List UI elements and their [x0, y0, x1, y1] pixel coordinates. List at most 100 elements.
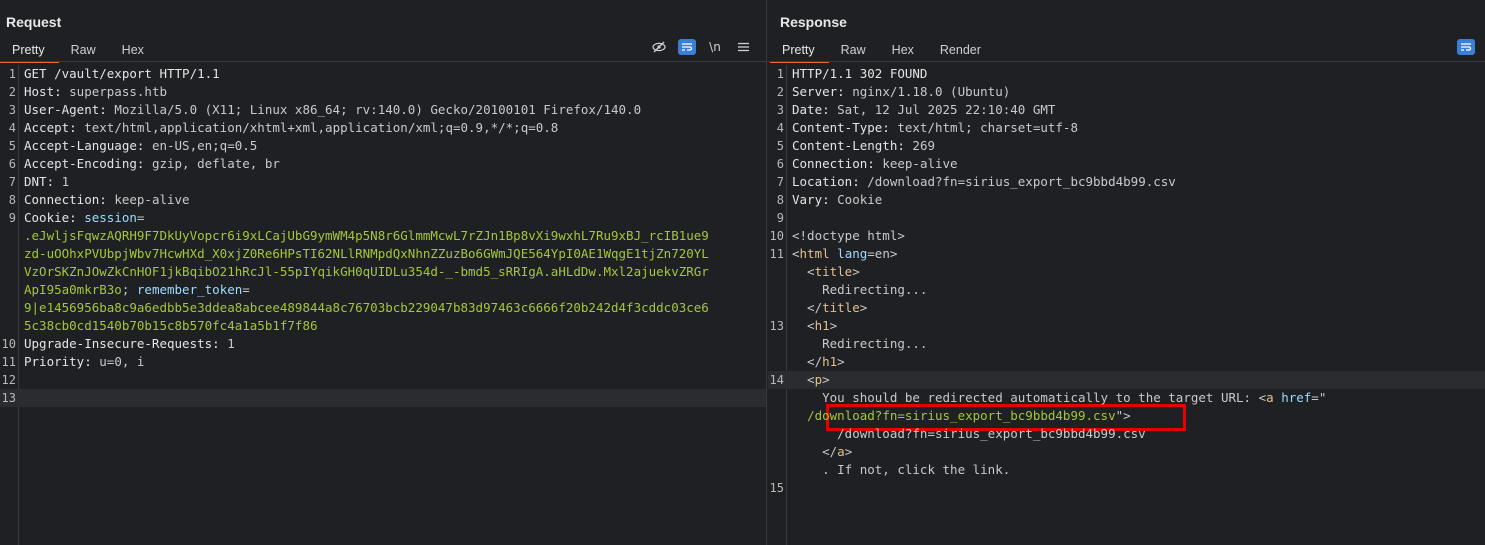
- line-number: 8: [776, 193, 784, 207]
- eye-slash-icon[interactable]: [650, 39, 668, 55]
- code-line[interactable]: </title>: [768, 299, 1485, 317]
- code-line[interactable]: 9: [768, 209, 1485, 227]
- word-wrap-icon[interactable]: [678, 39, 696, 55]
- code-line[interactable]: 12: [0, 371, 766, 389]
- request-editor[interactable]: 1 GET /vault/export HTTP/1.1 2 Host: superp…: [0, 65, 766, 545]
- code-token: 5c38cb0cd1540b70b15c8b570fc4a1a5b1f7f86: [24, 318, 318, 333]
- code-text: /download?fn=sirius_export_bc9bbd4b99.cs…: [792, 425, 1481, 443]
- code-line[interactable]: 2 Host: superpass.htb: [0, 83, 766, 101]
- response-editor[interactable]: 1 HTTP/1.1 302 FOUND 2 Server: nginx/1.18.0…: [768, 65, 1485, 545]
- line-number: 11: [1, 355, 16, 369]
- code-token: Redirecting...: [792, 336, 928, 351]
- code-line[interactable]: VzOrSKZnJOwZkCnHOF1jkBqibO21hRcJl-55pIYq…: [0, 263, 766, 281]
- code-token: gzip, deflate, br: [151, 156, 280, 171]
- code-text: /download?fn=sirius_export_bc9bbd4b99.cs…: [792, 407, 1481, 425]
- code-line[interactable]: </a>: [768, 443, 1485, 461]
- line-number: 13: [769, 319, 784, 333]
- menu-icon[interactable]: [734, 39, 752, 55]
- code-line[interactable]: You should be redirected automatically t…: [768, 389, 1485, 407]
- code-token: Connection:: [792, 156, 883, 171]
- code-line[interactable]: 3 Date: Sat, 12 Jul 2025 22:10:40 GMT: [768, 101, 1485, 119]
- code-token: lang: [837, 246, 868, 261]
- code-text: </a>: [792, 443, 1481, 461]
- code-text: Accept-Encoding: gzip, deflate, br: [24, 155, 762, 173]
- code-line[interactable]: 13 <h1>: [768, 317, 1485, 335]
- line-number: 1: [776, 67, 784, 81]
- code-token: Vary:: [792, 192, 838, 207]
- code-line[interactable]: 10 Upgrade-Insecure-Requests: 1: [0, 335, 766, 353]
- code-line[interactable]: 11 <html lang=en>: [768, 245, 1485, 263]
- code-line[interactable]: 8 Vary: Cookie: [768, 191, 1485, 209]
- code-token: <: [792, 372, 815, 387]
- code-line[interactable]: 1 GET /vault/export HTTP/1.1: [0, 65, 766, 83]
- response-tab-render[interactable]: Render: [928, 40, 995, 61]
- code-line[interactable]: /download?fn=sirius_export_bc9bbd4b99.cs…: [768, 425, 1485, 443]
- code-token: title: [814, 264, 853, 279]
- code-token: Connection:: [24, 192, 115, 207]
- response-pane: Response Pretty Raw Hex Render 1 HTTP/1.1…: [768, 0, 1485, 545]
- code-line[interactable]: 2 Server: nginx/1.18.0 (Ubuntu): [768, 83, 1485, 101]
- code-token: u=0, i: [99, 354, 145, 369]
- code-line[interactable]: Redirecting...: [768, 281, 1485, 299]
- response-tab-raw[interactable]: Raw: [829, 40, 880, 61]
- code-line[interactable]: 9|e1456956ba8c9a6edbb5e3ddea8abcee489844…: [0, 299, 766, 317]
- code-token: . If not, click the link.: [792, 462, 1011, 477]
- code-text: </title>: [792, 299, 1481, 317]
- code-line[interactable]: . If not, click the link.: [768, 461, 1485, 479]
- line-number: 13: [1, 391, 16, 405]
- code-line[interactable]: zd-uOOhxPVUbpjWbv7HcwHXd_X0xjZ0Re6HPsTI6…: [0, 245, 766, 263]
- code-line[interactable]: 14 <p>: [768, 371, 1485, 389]
- code-line[interactable]: 15: [768, 479, 1485, 497]
- newline-toggle[interactable]: \n: [706, 39, 724, 55]
- code-line[interactable]: 6 Accept-Encoding: gzip, deflate, br: [0, 155, 766, 173]
- code-token: >: [844, 444, 853, 459]
- request-tab-hex[interactable]: Hex: [110, 40, 158, 61]
- code-token: DNT:: [24, 174, 62, 189]
- request-title: Request: [6, 14, 62, 30]
- code-line[interactable]: 5 Accept-Language: en-US,en;q=0.5: [0, 137, 766, 155]
- code-line[interactable]: 3 User-Agent: Mozilla/5.0 (X11; Linux x86…: [0, 101, 766, 119]
- code-token: Sat, 12 Jul 2025 22:10:40 GMT: [837, 102, 1056, 117]
- code-line[interactable]: 4 Content-Type: text/html; charset=utf-8: [768, 119, 1485, 137]
- code-text: zd-uOOhxPVUbpjWbv7HcwHXd_X0xjZ0Re6HPsTI6…: [24, 245, 762, 263]
- code-line[interactable]: 7 Location: /download?fn=sirius_export_bc…: [768, 173, 1485, 191]
- code-line[interactable]: .eJwljsFqwzAQRH9F7DkUyVopcr6i9xLCajUbG9y…: [0, 227, 766, 245]
- code-text: HTTP/1.1 302 FOUND: [792, 65, 1481, 83]
- code-line[interactable]: 10 <!doctype html>: [768, 227, 1485, 245]
- code-token: >: [837, 354, 845, 369]
- code-line[interactable]: 11 Priority: u=0, i: [0, 353, 766, 371]
- code-token: /download?fn=sirius_export_bc9bbd4b99.cs…: [792, 426, 1146, 441]
- code-line[interactable]: 6 Connection: keep-alive: [768, 155, 1485, 173]
- code-text: You should be redirected automatically t…: [792, 389, 1481, 407]
- code-token: /download?fn=sirius_export_bc9bbd4b99.cs…: [807, 408, 1116, 423]
- code-line[interactable]: 13: [0, 389, 766, 407]
- code-line[interactable]: 7 DNT: 1: [0, 173, 766, 191]
- code-line[interactable]: /download?fn=sirius_export_bc9bbd4b99.cs…: [768, 407, 1485, 425]
- code-line[interactable]: 9 Cookie: session=: [0, 209, 766, 227]
- code-line[interactable]: ApI95a0mkrB3o; remember_token=: [0, 281, 766, 299]
- code-token: Upgrade-Insecure-Requests:: [24, 336, 228, 351]
- response-tab-hex[interactable]: Hex: [880, 40, 928, 61]
- code-token: VzOrSKZnJOwZkCnHOF1jkBqibO21hRcJl-55pIYq…: [24, 264, 709, 279]
- line-number: 5: [8, 139, 16, 153]
- code-line[interactable]: </h1>: [768, 353, 1485, 371]
- line-number: 11: [769, 247, 784, 261]
- word-wrap-icon[interactable]: [1457, 39, 1475, 55]
- code-line[interactable]: <title>: [768, 263, 1485, 281]
- code-token: keep-alive: [882, 156, 958, 171]
- code-text: <title>: [792, 263, 1481, 281]
- code-line[interactable]: Redirecting...: [768, 335, 1485, 353]
- request-tab-raw[interactable]: Raw: [59, 40, 110, 61]
- code-text: <html lang=en>: [792, 245, 1481, 263]
- code-line[interactable]: 4 Accept: text/html,application/xhtml+xml…: [0, 119, 766, 137]
- line-number: 2: [8, 85, 16, 99]
- code-line[interactable]: 8 Connection: keep-alive: [0, 191, 766, 209]
- code-token: >: [829, 318, 838, 333]
- response-tab-pretty[interactable]: Pretty: [770, 40, 829, 63]
- request-tab-pretty[interactable]: Pretty: [0, 40, 59, 63]
- code-text: VzOrSKZnJOwZkCnHOF1jkBqibO21hRcJl-55pIYq…: [24, 263, 762, 281]
- code-line[interactable]: 5c38cb0cd1540b70b15c8b570fc4a1a5b1f7f86: [0, 317, 766, 335]
- code-line[interactable]: 5 Content-Length: 269: [768, 137, 1485, 155]
- code-token: 1: [61, 174, 70, 189]
- code-line[interactable]: 1 HTTP/1.1 302 FOUND: [768, 65, 1485, 83]
